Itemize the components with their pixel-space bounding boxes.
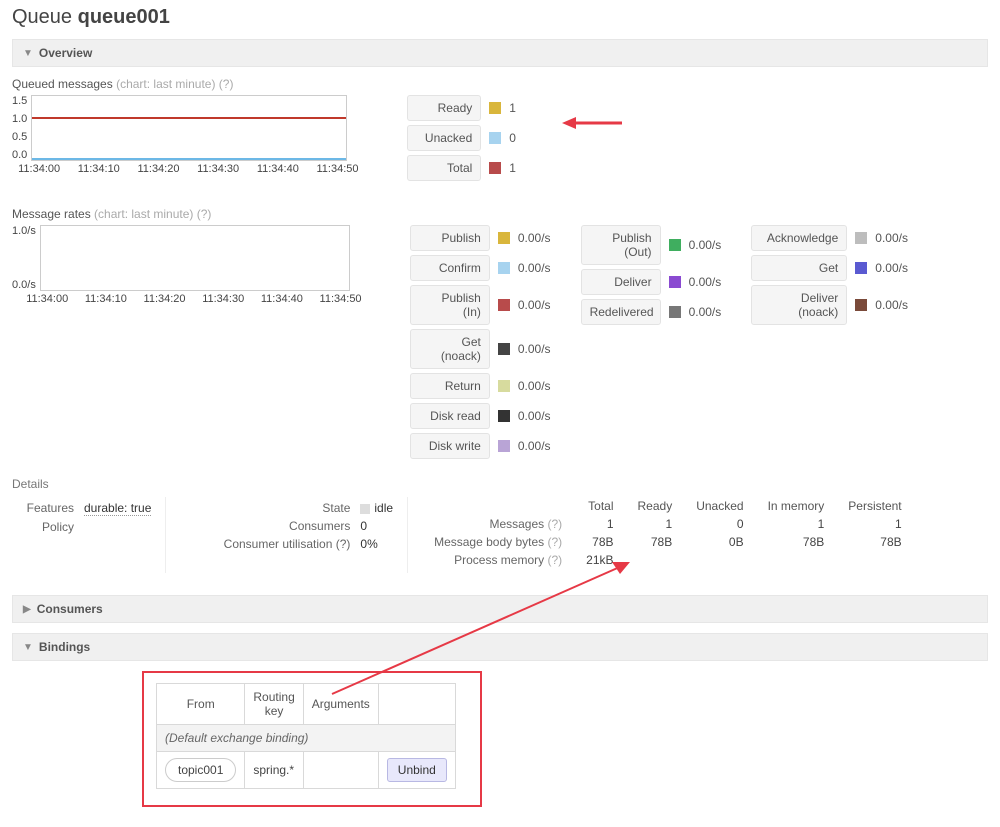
legend-row: Disk write0.00/s — [410, 433, 551, 459]
help-icon[interactable]: (?) — [219, 77, 234, 91]
color-swatch-icon — [498, 380, 510, 392]
legend-row: Publish (Out)0.00/s — [581, 225, 722, 265]
color-swatch-icon — [669, 306, 681, 318]
legend-row: Confirm0.00/s — [410, 255, 551, 281]
details-title: Details — [12, 477, 988, 491]
help-icon[interactable]: (?) — [197, 207, 212, 221]
chevron-down-icon: ▼ — [23, 642, 33, 653]
legend-row: Acknowledge0.00/s — [751, 225, 908, 251]
legend-row: Ready1 — [407, 95, 516, 121]
chevron-down-icon: ▼ — [23, 48, 33, 59]
color-swatch-icon — [855, 299, 867, 311]
chevron-right-icon: ▶ — [23, 604, 31, 615]
color-swatch-icon — [489, 102, 501, 114]
bindings-table: From Routing key Arguments (Default exch… — [156, 683, 456, 789]
page-title: Queue queue001 — [12, 6, 988, 29]
color-swatch-icon — [489, 162, 501, 174]
legend-row: Return0.00/s — [410, 373, 551, 399]
color-swatch-icon — [855, 262, 867, 274]
exchange-link[interactable]: topic001 — [165, 758, 236, 782]
legend-row: Publish (In)0.00/s — [410, 285, 551, 325]
bindings-annotation-box: From Routing key Arguments (Default exch… — [142, 671, 482, 807]
color-swatch-icon — [489, 132, 501, 144]
details-stats-table: TotalReadyUnackedIn memoryPersistent Mes… — [422, 497, 914, 569]
color-swatch-icon — [498, 299, 510, 311]
legend-row: Redelivered0.00/s — [581, 299, 722, 325]
color-swatch-icon — [669, 276, 681, 288]
legend-row: Total1 — [407, 155, 516, 181]
color-swatch-icon — [498, 410, 510, 422]
message-rates-chart: 1.0/s 0.0/s 11:34:00 11:34:10 11:34:20 1… — [12, 225, 370, 305]
section-bindings[interactable]: ▼ Bindings — [12, 633, 988, 661]
color-swatch-icon — [498, 343, 510, 355]
message-rates-legend: Publish0.00/s Confirm0.00/s Publish (In)0.… — [410, 225, 908, 459]
legend-row: Deliver (noack)0.00/s — [751, 285, 908, 325]
help-icon[interactable]: (?) — [336, 537, 351, 551]
legend-row: Disk read0.00/s — [410, 403, 551, 429]
queued-messages-legend: Ready1 Unacked0 Total1 — [407, 95, 516, 181]
queued-messages-chart: 1.5 1.0 0.5 0.0 11:34:00 11:34:10 11:34:… — [12, 95, 367, 175]
queued-messages-title: Queued messages (chart: last minute) (?) — [12, 77, 988, 91]
color-swatch-icon — [669, 239, 681, 251]
legend-row: Get (noack)0.00/s — [410, 329, 551, 369]
section-overview[interactable]: ▼ Overview — [12, 39, 988, 67]
legend-row: Unacked0 — [407, 125, 516, 151]
color-swatch-icon — [855, 232, 867, 244]
legend-row: Publish0.00/s — [410, 225, 551, 251]
message-rates-title: Message rates (chart: last minute) (?) — [12, 207, 988, 221]
color-swatch-icon — [498, 440, 510, 452]
unbind-button[interactable]: Unbind — [387, 758, 447, 782]
section-consumers[interactable]: ▶ Consumers — [12, 595, 988, 623]
color-swatch-icon — [498, 232, 510, 244]
color-swatch-icon — [498, 262, 510, 274]
legend-row: Get0.00/s — [751, 255, 908, 281]
legend-row: Deliver0.00/s — [581, 269, 722, 295]
